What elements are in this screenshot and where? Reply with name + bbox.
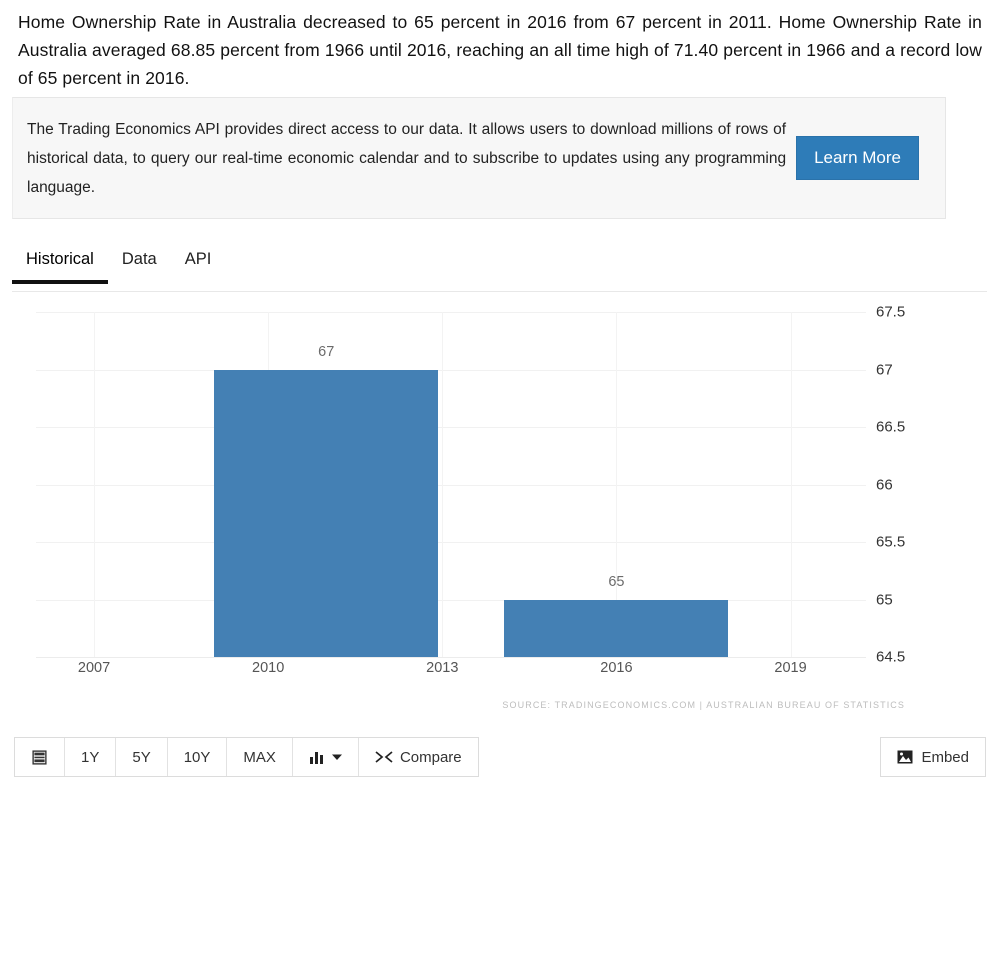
chart-source-attribution: SOURCE: TRADINGECONOMICS.COM | AUSTRALIA… [502,700,905,710]
y-gridline [36,599,866,601]
bar-chart-icon [309,750,325,765]
y-axis-tick-label: 65 [876,591,893,608]
shuffle-icon [375,750,393,764]
tab-api[interactable]: API [171,246,226,283]
x-axis-tick-label: 2016 [600,660,633,676]
api-promo-banner: The Trading Economics API provides direc… [12,97,946,219]
chart-bar[interactable] [214,369,439,657]
y-gridline [36,542,866,543]
bar-value-label: 67 [318,343,335,360]
bar-value-label: 65 [608,573,625,590]
x-gridline [790,312,792,657]
y-axis-tick-label: 64.5 [876,648,906,666]
y-axis-tick-label: 65.5 [876,533,906,551]
range-10y-button[interactable]: 10Y [167,738,228,776]
x-gridline [94,312,96,657]
x-axis-tick-label: 2019 [774,660,807,676]
x-axis-tick-label: 2007 [77,660,111,676]
x-axis-tick-label: 2010 [252,660,285,676]
image-icon [897,750,913,764]
x-gridline [442,312,444,657]
y-axis-tick-label: 67 [876,361,893,378]
y-gridline [36,427,866,428]
learn-more-button[interactable]: Learn More [796,136,919,180]
y-gridline [36,369,866,371]
chart-type-dropdown[interactable] [292,738,359,776]
chevron-down-icon [331,753,342,761]
chart-plot-area: 67 65 [36,312,866,957]
chart-bar[interactable] [504,599,729,657]
y-axis-tick-label: 66 [876,476,893,493]
embed-button[interactable]: Embed [880,737,986,777]
range-5y-button[interactable]: 5Y [116,738,168,776]
x-axis-tick-label: 2013 [426,660,459,676]
summary-paragraph: Home Ownership Rate in Australia decreas… [18,12,982,88]
y-gridline [36,312,866,313]
compare-button[interactable]: Compare [358,738,478,776]
tab-data[interactable]: Data [108,246,171,283]
chart-baseline [36,657,866,658]
api-promo-text: The Trading Economics API provides direc… [27,120,787,196]
y-axis-tick-label: 66.5 [876,418,906,436]
date-range-picker-button[interactable] [15,738,65,776]
y-gridline [36,484,866,486]
chart-toolbar: 1Y 5Y 10Y MAX Compare [14,737,479,777]
calendar-icon [31,749,48,766]
range-max-button[interactable]: MAX [227,738,293,776]
tab-historical[interactable]: Historical [12,246,108,284]
compare-label: Compare [399,748,462,766]
historical-bar-chart: 67 65 SOURCE: TRADINGECONOMICS.COM | AUST… [0,296,1000,726]
embed-label: Embed [921,748,969,766]
y-axis-tick-label: 67.5 [876,303,906,321]
range-1y-button[interactable]: 1Y [65,738,117,776]
tab-bar: Historical Data API [12,246,987,292]
